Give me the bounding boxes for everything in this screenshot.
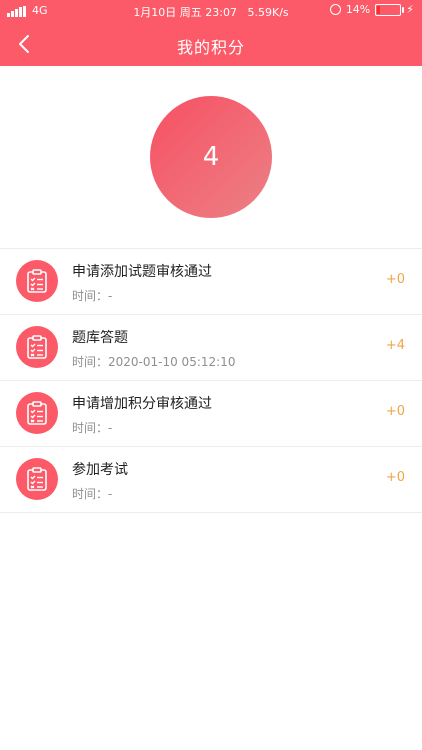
- page-title: 我的积分: [176, 38, 245, 57]
- charging-icon: ⚡: [406, 3, 414, 16]
- record-points: +4: [385, 338, 405, 353]
- clipboard-checklist-icon: [16, 458, 58, 500]
- nav-bar: 我的积分: [0, 22, 422, 66]
- record-time: 时间：-: [72, 487, 113, 501]
- list-item[interactable]: 参加考试 时间：- +0: [0, 447, 422, 513]
- clipboard-checklist-icon: [16, 326, 58, 368]
- record-time: 时间：-: [72, 289, 113, 303]
- score-circle: 4: [150, 96, 272, 218]
- battery-percent: 14%: [345, 3, 371, 16]
- score-section: 4: [0, 66, 422, 249]
- record-title: 申请添加试题审核通过: [72, 264, 212, 280]
- battery-icon: [375, 3, 405, 16]
- status-datetime: 1月10日 周五 23:07: [133, 6, 238, 19]
- record-time: 时间：-: [72, 421, 113, 435]
- list-item[interactable]: 申请增加积分审核通过 时间：- +0: [0, 381, 422, 447]
- clipboard-checklist-icon: [16, 260, 58, 302]
- record-points: +0: [385, 470, 405, 485]
- points-record-list: 申请添加试题审核通过 时间：- +0 题库答题 时间：2020-01-10 05…: [0, 249, 422, 513]
- record-title: 题库答题: [72, 330, 128, 346]
- alarm-icon: [329, 4, 341, 15]
- record-title: 参加考试: [72, 462, 128, 478]
- network-speed: 5.59K/s: [247, 6, 289, 19]
- status-bar: 4G 1月10日 周五 23:07 5.59K/s 14% ⚡: [0, 0, 422, 22]
- header-bar: 4G 1月10日 周五 23:07 5.59K/s 14% ⚡ 我的积分: [0, 0, 422, 66]
- record-time: 时间：2020-01-10 05:12:10: [72, 355, 236, 369]
- record-points: +0: [385, 272, 405, 287]
- record-title: 申请增加积分审核通过: [72, 396, 212, 412]
- score-value: 4: [202, 142, 220, 172]
- list-item[interactable]: 题库答题 时间：2020-01-10 05:12:10 +4: [0, 315, 422, 381]
- clipboard-checklist-icon: [16, 392, 58, 434]
- record-points: +0: [385, 404, 405, 419]
- status-right: 14% ⚡: [329, 3, 414, 16]
- list-item[interactable]: 申请添加试题审核通过 时间：- +0: [0, 249, 422, 315]
